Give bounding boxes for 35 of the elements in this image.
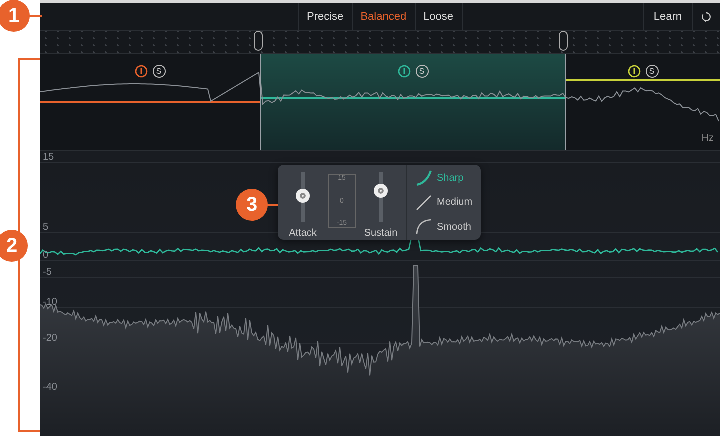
- axis-label: 15: [43, 152, 54, 163]
- solo-button[interactable]: S: [646, 65, 658, 78]
- learn-button[interactable]: Learn: [642, 3, 692, 30]
- slider-thumb[interactable]: [374, 184, 388, 198]
- callout-badge: 2: [0, 230, 28, 262]
- axis-label: 0: [43, 250, 49, 261]
- refresh-icon: [701, 10, 712, 24]
- solo-button[interactable]: S: [152, 65, 166, 78]
- axis-label: -5: [43, 267, 52, 278]
- crossover-handle[interactable]: [254, 31, 263, 51]
- axis-label: 5: [43, 222, 49, 233]
- mode-tab[interactable]: Balanced: [352, 3, 415, 30]
- slider-thumb[interactable]: [296, 189, 310, 204]
- shape-option[interactable]: Smooth: [415, 218, 473, 236]
- callout-badge: 1: [0, 0, 30, 32]
- shape-option[interactable]: Medium: [415, 194, 473, 212]
- axis-label: -10: [43, 297, 58, 308]
- solo-button[interactable]: S: [416, 65, 428, 78]
- mode-tab[interactable]: Precise: [298, 3, 352, 30]
- sharp-curve-icon: [415, 169, 433, 187]
- band-region[interactable]: S: [260, 54, 565, 150]
- axis-unit: Hz: [702, 133, 714, 144]
- medium-curve-icon: [415, 194, 433, 212]
- slider-label: Sustain: [364, 228, 398, 239]
- axis-label: -20: [43, 333, 58, 344]
- shape-option[interactable]: Sharp: [415, 169, 473, 187]
- crossover-handle[interactable]: [559, 31, 568, 51]
- slider-label: Attack: [289, 228, 317, 239]
- power-icon[interactable]: [134, 65, 148, 78]
- mode-tab[interactable]: Loose: [414, 3, 463, 30]
- leader-line: [28, 15, 42, 17]
- smooth-curve-icon: [415, 218, 433, 236]
- power-icon[interactable]: [628, 65, 640, 78]
- callout-badge: 3: [236, 189, 268, 221]
- axis-label: -40: [43, 382, 58, 393]
